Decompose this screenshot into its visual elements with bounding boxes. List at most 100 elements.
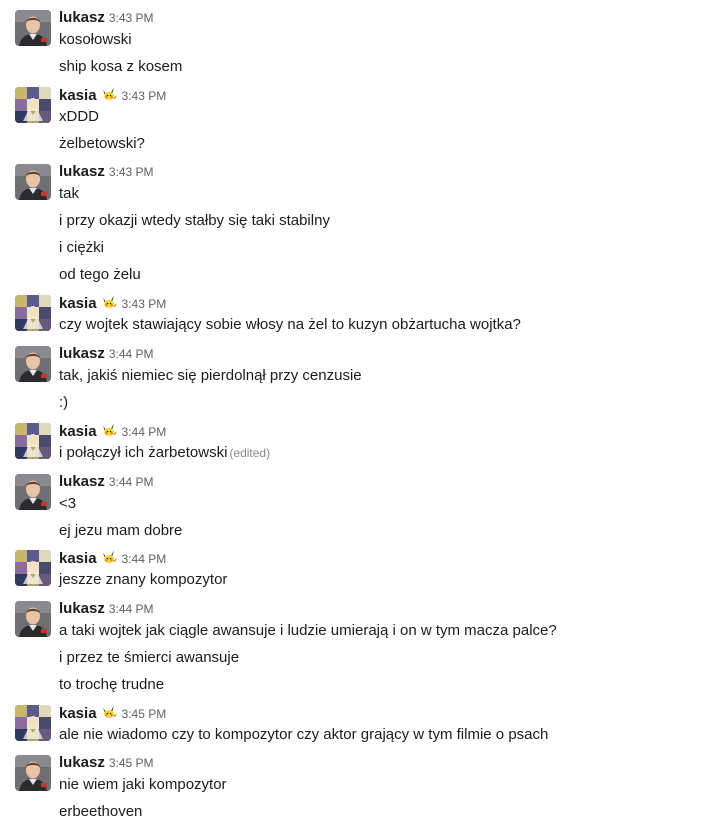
username[interactable]: kasia <box>59 423 97 440</box>
username[interactable]: lukasz <box>59 473 105 490</box>
message-text-content: kosołowski <box>59 31 132 48</box>
timestamp[interactable]: 3:45 PM <box>122 707 167 721</box>
message-text: i ciężki <box>59 238 104 258</box>
message-text: żelbetowski? <box>59 134 145 154</box>
timestamp[interactable]: 3:44 PM <box>122 425 167 439</box>
message-header: kasia 3:44 PM <box>59 549 166 567</box>
pikachu-emoji-icon <box>100 422 118 438</box>
message-text: nie wiem jaki kompozytor <box>59 775 227 795</box>
message-group: lukasz 3:44 PM <3 ej jezu mam dobre <box>0 473 719 548</box>
message-header: lukasz 3:43 PM <box>59 163 154 181</box>
username[interactable]: kasia <box>59 550 97 567</box>
message-group: kasia 3:45 PM ale nie wiadomo czy to kompo… <box>0 705 719 752</box>
message-text-content: czy wojtek stawiający sobie włosy na żel… <box>59 316 521 333</box>
message-text-content: ale nie wiadomo czy to kompozytor czy ak… <box>59 726 549 743</box>
message-text: <3 <box>59 494 76 514</box>
username[interactable]: lukasz <box>59 600 105 617</box>
message-text-content: i ciężki <box>59 239 105 256</box>
avatar[interactable] <box>15 10 51 46</box>
username[interactable]: lukasz <box>59 9 105 26</box>
timestamp[interactable]: 3:45 PM <box>109 756 154 770</box>
message-text: od tego żelu <box>59 265 141 285</box>
message-group: lukasz 3:44 PM tak, jakiś niemiec się pier… <box>0 345 719 420</box>
username[interactable]: lukasz <box>59 163 105 180</box>
message-header: lukasz 3:45 PM <box>59 754 154 772</box>
message-group: kasia 3:44 PM jeszze znany kompozytor <box>0 550 719 597</box>
message-header: lukasz 3:44 PM <box>59 600 154 618</box>
message-text: tak <box>59 184 79 204</box>
timestamp[interactable]: 3:44 PM <box>109 475 154 489</box>
timestamp[interactable]: 3:44 PM <box>109 602 154 616</box>
message-header: kasia 3:43 PM <box>59 294 166 312</box>
message-text: i przez te śmierci awansuje <box>59 648 239 668</box>
message-text-content: tak <box>59 185 80 202</box>
message-text-content: a taki wojtek jak ciągle awansuje i ludz… <box>59 622 557 639</box>
message-group: lukasz 3:45 PM nie wiem jaki kompozytor erb… <box>0 754 719 829</box>
message-text-content: nie wiem jaki kompozytor <box>59 776 227 793</box>
message-text-content: xDDD <box>59 108 99 125</box>
message-text: i połączył ich żarbetowski (edited) <box>59 443 270 463</box>
timestamp[interactable]: 3:44 PM <box>109 347 154 361</box>
avatar[interactable] <box>15 755 51 791</box>
avatar[interactable] <box>15 87 51 123</box>
pikachu-emoji-icon <box>100 549 118 565</box>
avatar[interactable] <box>15 474 51 510</box>
message-text-content: i przy okazji wtedy stałby się taki stab… <box>59 212 330 229</box>
message-header: kasia 3:44 PM <box>59 422 166 440</box>
message-text-content: <3 <box>59 495 77 512</box>
timestamp[interactable]: 3:43 PM <box>122 89 167 103</box>
username[interactable]: kasia <box>59 705 97 722</box>
username[interactable]: lukasz <box>59 754 105 771</box>
message-header: lukasz 3:44 PM <box>59 345 154 363</box>
message-text: czy wojtek stawiający sobie włosy na żel… <box>59 315 521 335</box>
message-text-content: to trochę trudne <box>59 676 165 693</box>
message-feed: lukasz 3:43 PM kosołowski ship kosa z kosem… <box>0 0 719 828</box>
avatar[interactable] <box>15 423 51 459</box>
message-text: to trochę trudne <box>59 675 164 695</box>
message-group: lukasz 3:43 PM tak i przy okazji wtedy stał… <box>0 163 719 292</box>
message-text-content: od tego żelu <box>59 266 141 283</box>
message-text: ale nie wiadomo czy to kompozytor czy ak… <box>59 725 548 745</box>
avatar[interactable] <box>15 550 51 586</box>
avatar[interactable] <box>15 295 51 331</box>
timestamp[interactable]: 3:43 PM <box>109 165 154 179</box>
timestamp[interactable]: 3:43 PM <box>122 297 167 311</box>
message-group: lukasz 3:44 PM a taki wojtek jak ciągle aw… <box>0 600 719 702</box>
message-header: kasia 3:45 PM <box>59 704 166 722</box>
message-group: kasia 3:43 PM czy wojtek stawiający sobie … <box>0 295 719 342</box>
avatar[interactable] <box>15 601 51 637</box>
message-text-content: ej jezu mam dobre <box>59 522 183 539</box>
pikachu-emoji-icon <box>100 704 118 720</box>
message-text-content: :) <box>59 394 69 411</box>
timestamp[interactable]: 3:43 PM <box>109 11 154 25</box>
message-text: erbeethoven <box>59 802 142 822</box>
message-text: i przy okazji wtedy stałby się taki stab… <box>59 211 330 231</box>
message-text-content: żelbetowski? <box>59 135 145 152</box>
message-text: xDDD <box>59 107 99 127</box>
username[interactable]: lukasz <box>59 345 105 362</box>
message-text-content: jeszze znany kompozytor <box>59 571 228 588</box>
pikachu-emoji-icon <box>100 294 118 310</box>
username[interactable]: kasia <box>59 87 97 104</box>
message-header: kasia 3:43 PM <box>59 86 166 104</box>
edited-label: (edited) <box>229 446 271 460</box>
message-header: lukasz 3:44 PM <box>59 473 154 491</box>
message-text: tak, jakiś niemiec się pierdolnął przy c… <box>59 366 362 386</box>
avatar[interactable] <box>15 705 51 741</box>
message-text-content: i połączył ich żarbetowski <box>59 444 228 461</box>
message-text-content: ship kosa z kosem <box>59 58 183 75</box>
message-text: :) <box>59 393 68 413</box>
username[interactable]: kasia <box>59 295 97 312</box>
avatar[interactable] <box>15 346 51 382</box>
avatar[interactable] <box>15 164 51 200</box>
timestamp[interactable]: 3:44 PM <box>122 552 167 566</box>
message-text-content: tak, jakiś niemiec się pierdolnął przy c… <box>59 367 362 384</box>
message-group: kasia 3:43 PM xDDD żelbetowski? <box>0 87 719 161</box>
message-text: jeszze znany kompozytor <box>59 570 227 590</box>
message-group: kasia 3:44 PM i połączył ich żarbetowski (e… <box>0 423 719 470</box>
pikachu-emoji-icon <box>100 86 118 102</box>
message-header: lukasz 3:43 PM <box>59 9 154 27</box>
message-text: ej jezu mam dobre <box>59 521 182 541</box>
message-text: kosołowski <box>59 30 132 50</box>
message-text-content: i przez te śmierci awansuje <box>59 649 240 666</box>
